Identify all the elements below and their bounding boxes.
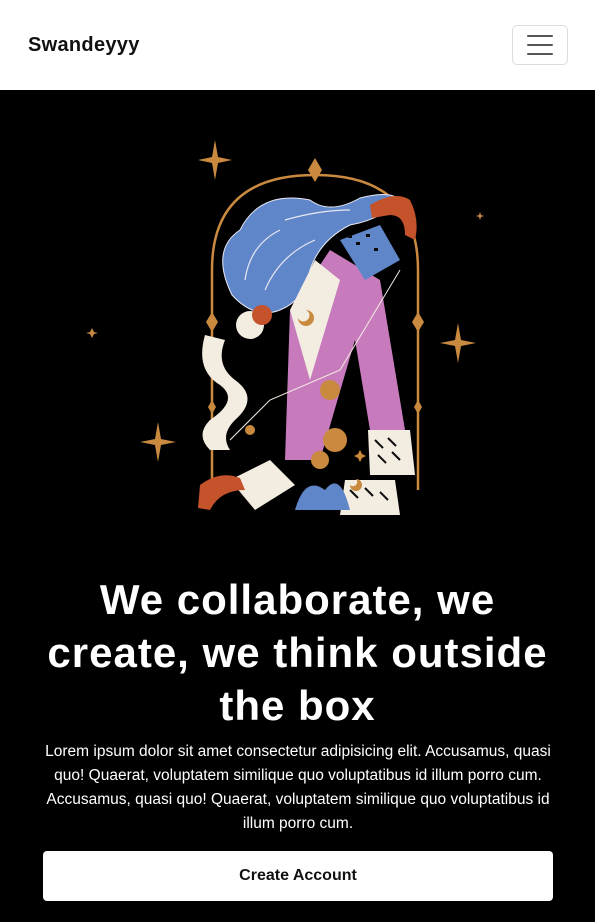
hero-illustration (86, 140, 484, 515)
navbar: Swandeyyy (0, 0, 595, 90)
create-account-button[interactable]: Create Account (43, 851, 553, 901)
hamburger-menu-icon (527, 35, 553, 37)
hamburger-menu-icon (527, 44, 553, 46)
hamburger-menu-icon (527, 53, 553, 55)
hero-section: We collaborate, we create, we think outs… (0, 90, 595, 922)
hero-body-text: Lorem ipsum dolor sit amet consectetur a… (45, 743, 551, 832)
brand-logo[interactable]: Swandeyyy (28, 34, 140, 57)
menu-toggle-button[interactable] (512, 25, 568, 65)
hero-headline: We collaborate, we create, we think outs… (47, 576, 548, 729)
